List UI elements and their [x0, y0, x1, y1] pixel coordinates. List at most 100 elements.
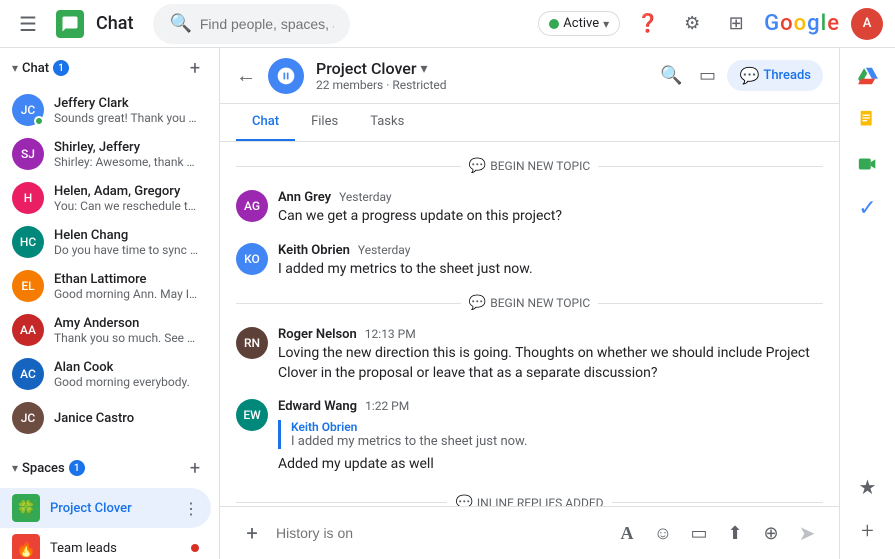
- meet-icon[interactable]: [848, 144, 888, 184]
- message-row: KO Keith Obrien Yesterday I added my met…: [236, 243, 823, 280]
- messages-area: 💬 BEGIN NEW TOPIC AG Ann Grey Yesterday …: [220, 142, 839, 506]
- sidebar-item-project-clover[interactable]: 🍀 Project Clover ⋮: [0, 488, 211, 528]
- chat-item[interactable]: AA Amy Anderson Thank you so much. See y…: [0, 308, 211, 352]
- add-space-button[interactable]: +: [183, 456, 207, 480]
- emoji-button[interactable]: ☺: [647, 517, 679, 549]
- threads-label: Threads: [763, 68, 811, 83]
- inline-replies-divider: 💬 INLINE REPLIES ADDED This topic based …: [236, 495, 823, 506]
- status-indicator[interactable]: Active ▾: [538, 11, 620, 36]
- chat-item[interactable]: SJ Shirley, Jeffery Shirley: Awesome, th…: [0, 132, 211, 176]
- msg-sender-name: Keith Obrien: [278, 243, 350, 258]
- back-button[interactable]: ←: [236, 63, 256, 88]
- settings-button[interactable]: ⚙: [676, 8, 708, 40]
- msg-text: Added my update as well: [278, 455, 823, 475]
- search-input[interactable]: [200, 16, 334, 32]
- tasks-check-icon[interactable]: ✓: [848, 188, 888, 228]
- chat-item-preview: Do you have time to sync tomorrow mori..…: [54, 243, 199, 257]
- search-bar[interactable]: 🔍: [153, 4, 349, 44]
- chat-item-preview: Shirley: Awesome, thank you for the...: [54, 155, 199, 169]
- google-logo: Google: [764, 11, 839, 36]
- msg-timestamp: 12:13 PM: [365, 327, 416, 341]
- chat-item[interactable]: AC Alan Cook Good morning everybody.: [0, 352, 211, 396]
- reply-quote: Keith Obrien I added my metrics to the s…: [278, 420, 823, 449]
- hamburger-menu[interactable]: ☰: [12, 8, 44, 40]
- chat-section-title: Chat: [22, 61, 49, 76]
- right-panel: ✓ ★ +: [839, 48, 895, 559]
- apps-button[interactable]: ⊞: [720, 8, 752, 40]
- spaces-section-title: Spaces: [22, 461, 65, 476]
- avatar: HC: [12, 226, 44, 258]
- chat-section-header[interactable]: ▾ Chat 1 +: [0, 48, 219, 88]
- status-label: Active: [563, 16, 599, 31]
- inline-replies-icon: 💬: [455, 495, 472, 506]
- star-icon[interactable]: ★: [848, 467, 888, 507]
- chat-badge: 1: [53, 60, 69, 76]
- msg-timestamp: 1:22 PM: [365, 399, 409, 413]
- msg-avatar: AG: [236, 190, 268, 222]
- chat-item-preview: Sounds great! Thank you so much Ann!: [54, 111, 199, 125]
- chat-item-name: Alan Cook: [54, 360, 199, 375]
- group-avatar: [268, 58, 304, 94]
- msg-avatar: KO: [236, 243, 268, 275]
- chat-header-subtitle: 22 members · Restricted: [316, 78, 643, 92]
- chat-item-preview: Thank you so much. See you there.: [54, 331, 199, 345]
- msg-text: Can we get a progress update on this pro…: [278, 207, 823, 227]
- msg-sender-name: Edward Wang: [278, 399, 357, 414]
- format-text-button[interactable]: A: [611, 517, 643, 549]
- video-call-button[interactable]: ▭: [691, 60, 723, 92]
- msg-sender-name: Ann Grey: [278, 190, 331, 205]
- chat-item[interactable]: JC Jeffery Clark Sounds great! Thank you…: [0, 88, 211, 132]
- send-button[interactable]: ➤: [791, 517, 823, 549]
- chat-item-name: Janice Castro: [54, 411, 199, 426]
- chat-item[interactable]: JC Janice Castro: [0, 396, 211, 440]
- threads-button[interactable]: 💬 Threads: [727, 60, 823, 91]
- status-dot: [549, 19, 559, 29]
- dropdown-arrow-icon: ▾: [421, 61, 428, 77]
- chat-item[interactable]: EL Ethan Lattimore Good morning Ann. May…: [0, 264, 211, 308]
- tab-tasks[interactable]: Tasks: [354, 104, 420, 141]
- app-icon: [56, 10, 84, 38]
- collapse-arrow-chat: ▾: [12, 61, 18, 75]
- search-chat-button[interactable]: 🔍: [655, 60, 687, 92]
- add-app-icon[interactable]: +: [848, 511, 888, 551]
- avatar[interactable]: A: [851, 8, 883, 40]
- msg-timestamp: Yesterday: [339, 190, 392, 204]
- msg-text: I added my metrics to the sheet just now…: [278, 260, 823, 280]
- chat-header-name[interactable]: Project Clover ▾: [316, 59, 643, 78]
- chat-item-preview: Good morning everybody.: [54, 375, 199, 389]
- video-button[interactable]: ▭: [683, 517, 715, 549]
- drive-icon[interactable]: [848, 56, 888, 96]
- space-options-icon: ⋮: [183, 499, 199, 518]
- avatar: EL: [12, 270, 44, 302]
- spaces-badge: 1: [69, 460, 85, 476]
- avatar: JC: [12, 94, 44, 126]
- tab-chat[interactable]: Chat: [236, 104, 295, 141]
- avatar: H: [12, 182, 44, 214]
- message-row: RN Roger Nelson 12:13 PM Loving the new …: [236, 327, 823, 383]
- chat-item-preview: You: Can we reschedule the meeting for..…: [54, 199, 199, 213]
- add-chat-button[interactable]: +: [183, 56, 207, 80]
- spaces-section-header[interactable]: ▾ Spaces 1 +: [0, 448, 219, 488]
- sidebar-item-team-leads[interactable]: 🔥 Team leads: [0, 528, 211, 559]
- chat-header: ← Project Clover ▾ 22 members · Restrict…: [220, 48, 839, 104]
- more-options-button[interactable]: ⊕: [755, 517, 787, 549]
- chat-item-preview: Good morning Ann. May I ask a question?: [54, 287, 199, 301]
- msg-sender-name: Roger Nelson: [278, 327, 357, 342]
- chat-item[interactable]: H Helen, Adam, Gregory You: Can we resch…: [0, 176, 211, 220]
- threads-icon: 💬: [739, 66, 759, 85]
- reply-quote-text: I added my metrics to the sheet just now…: [291, 434, 823, 449]
- upload-button[interactable]: ⬆: [719, 517, 751, 549]
- avatar: AA: [12, 314, 44, 346]
- avatar: AC: [12, 358, 44, 390]
- help-button[interactable]: ❓: [632, 8, 664, 40]
- docs-icon[interactable]: [848, 100, 888, 140]
- space-icon: 🍀: [12, 494, 40, 522]
- chat-item[interactable]: HC Helen Chang Do you have time to sync …: [0, 220, 211, 264]
- chat-tabs: Chat Files Tasks: [220, 104, 839, 142]
- message-input[interactable]: [276, 525, 603, 541]
- app-title: Chat: [96, 13, 133, 34]
- message-row: AG Ann Grey Yesterday Can we get a progr…: [236, 190, 823, 227]
- add-attachment-button[interactable]: +: [236, 517, 268, 549]
- topic-divider: 💬 BEGIN NEW TOPIC: [236, 158, 823, 174]
- tab-files[interactable]: Files: [295, 104, 354, 141]
